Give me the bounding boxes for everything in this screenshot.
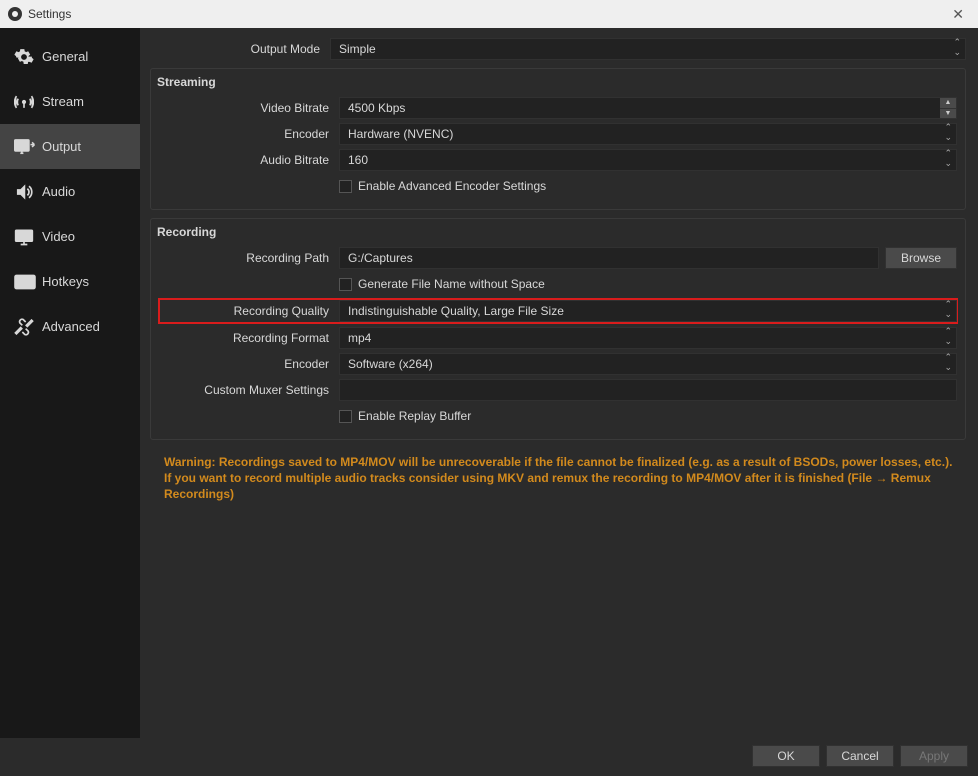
sidebar-item-label: Hotkeys xyxy=(42,274,89,289)
sidebar-item-label: Video xyxy=(42,229,75,244)
sidebar-item-advanced[interactable]: Advanced xyxy=(0,304,140,349)
sidebar-item-label: Output xyxy=(42,139,81,154)
streaming-encoder-select[interactable]: Hardware (NVENC) xyxy=(339,123,957,145)
spin-up-icon[interactable]: ▲ xyxy=(940,98,956,109)
output-icon xyxy=(14,137,42,157)
dialog-footer: OK Cancel Apply xyxy=(0,738,978,774)
streaming-encoder-label: Encoder xyxy=(159,127,339,141)
sidebar-item-audio[interactable]: Audio xyxy=(0,169,140,214)
sidebar-item-label: General xyxy=(42,49,88,64)
close-icon[interactable]: ✕ xyxy=(946,6,970,23)
recording-path-input[interactable]: G:/Captures xyxy=(339,247,879,269)
sidebar-item-video[interactable]: Video xyxy=(0,214,140,259)
recording-quality-row: Recording Quality Indistinguishable Qual… xyxy=(159,299,957,323)
warning-text: Warning: Recordings saved to MP4/MOV wil… xyxy=(150,448,966,503)
monitor-icon xyxy=(14,227,42,247)
video-bitrate-input[interactable]: 4500 Kbps ▲▼ xyxy=(339,97,957,119)
advanced-encoder-label: Enable Advanced Encoder Settings xyxy=(358,179,546,193)
recording-encoder-select[interactable]: Software (x264) xyxy=(339,353,957,375)
output-mode-label: Output Mode xyxy=(150,42,330,56)
titlebar: Settings ✕ xyxy=(0,0,978,28)
video-bitrate-label: Video Bitrate xyxy=(159,101,339,115)
ok-button[interactable]: OK xyxy=(752,745,820,767)
window-title: Settings xyxy=(28,7,71,21)
gear-icon xyxy=(14,47,42,67)
sidebar-item-general[interactable]: General xyxy=(0,34,140,79)
recording-quality-label: Recording Quality xyxy=(159,304,339,318)
recording-group: Recording Recording Path G:/Captures Bro… xyxy=(150,218,966,440)
audio-bitrate-select[interactable]: 160 xyxy=(339,149,957,171)
no-space-checkbox[interactable] xyxy=(339,278,352,291)
browse-button[interactable]: Browse xyxy=(885,247,957,269)
recording-title: Recording xyxy=(157,225,955,239)
keyboard-icon xyxy=(14,274,42,290)
speaker-icon xyxy=(14,182,42,202)
muxer-label: Custom Muxer Settings xyxy=(159,383,339,397)
recording-format-select[interactable]: mp4 xyxy=(339,327,957,349)
broadcast-icon xyxy=(14,92,42,112)
sidebar-item-stream[interactable]: Stream xyxy=(0,79,140,124)
sidebar-item-output[interactable]: Output xyxy=(0,124,140,169)
recording-quality-select[interactable]: Indistinguishable Quality, Large File Si… xyxy=(339,300,957,322)
content-pane: Output Mode Simple Streaming Video Bitra… xyxy=(140,28,978,738)
replay-buffer-checkbox[interactable] xyxy=(339,410,352,423)
app-logo-icon xyxy=(8,7,22,21)
muxer-input[interactable] xyxy=(339,379,957,401)
advanced-encoder-checkbox[interactable] xyxy=(339,180,352,193)
spin-down-icon[interactable]: ▼ xyxy=(940,109,956,119)
sidebar-item-label: Advanced xyxy=(42,319,100,334)
apply-button[interactable]: Apply xyxy=(900,745,968,767)
tools-icon xyxy=(14,317,42,337)
audio-bitrate-label: Audio Bitrate xyxy=(159,153,339,167)
sidebar-item-label: Audio xyxy=(42,184,75,199)
sidebar: General Stream Output Audio Video xyxy=(0,28,140,738)
no-space-label: Generate File Name without Space xyxy=(358,277,545,291)
streaming-group: Streaming Video Bitrate 4500 Kbps ▲▼ Enc… xyxy=(150,68,966,210)
replay-buffer-label: Enable Replay Buffer xyxy=(358,409,471,423)
sidebar-item-label: Stream xyxy=(42,94,84,109)
cancel-button[interactable]: Cancel xyxy=(826,745,894,767)
recording-format-label: Recording Format xyxy=(159,331,339,345)
output-mode-select[interactable]: Simple xyxy=(330,38,966,60)
recording-encoder-label: Encoder xyxy=(159,357,339,371)
recording-path-label: Recording Path xyxy=(159,251,339,265)
sidebar-item-hotkeys[interactable]: Hotkeys xyxy=(0,259,140,304)
streaming-title: Streaming xyxy=(157,75,955,89)
